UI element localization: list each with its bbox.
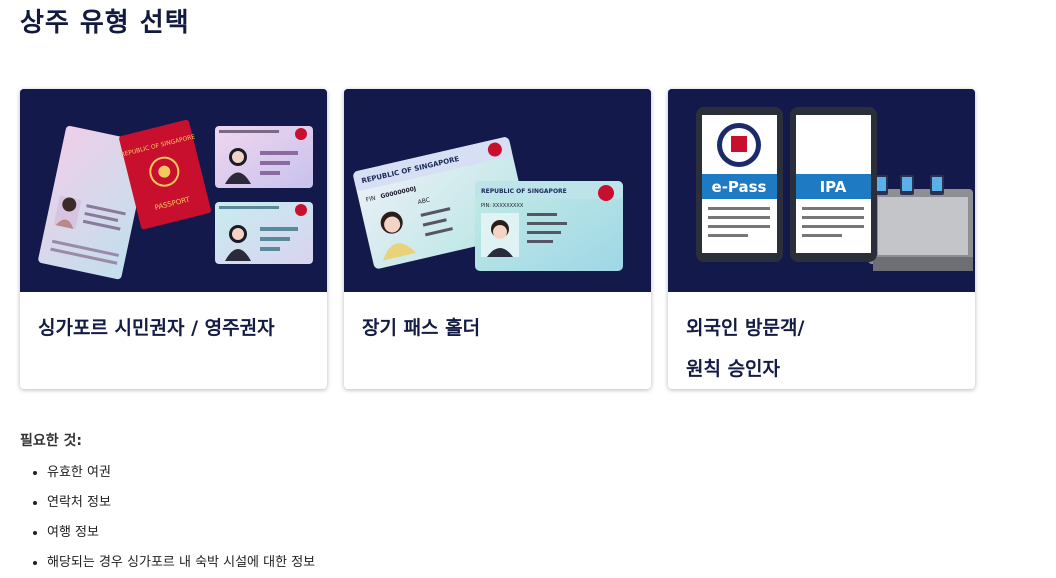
card-label-foreign-visitor: 외국인 방문객/ 원칙 승인자	[668, 292, 975, 389]
card-long-term-pass[interactable]: REPUBLIC OF SINGAPORE FIN G0000000J ABC …	[344, 89, 651, 389]
requirements-section: 필요한 것: 유효한 여권 연락처 정보 여행 정보 해당되는 경우 싱가포르 …	[20, 430, 315, 578]
list-item: 해당되는 경우 싱가포르 내 숙박 시설에 대한 정보	[47, 548, 315, 578]
card-label-line1: 외국인 방문객/	[686, 317, 805, 339]
epass-text: e-Pass	[712, 178, 767, 196]
ltp-card2-header: REPUBLIC OF SINGAPORE	[481, 188, 567, 195]
list-item: 연락처 정보	[47, 488, 315, 518]
pin-label: PIN: XXXXXXXXX	[481, 203, 524, 209]
long-term-pass-illustration: REPUBLIC OF SINGAPORE FIN G0000000J ABC …	[344, 89, 651, 292]
list-item: 유효한 여권	[47, 458, 315, 488]
ipa-text: IPA	[820, 178, 847, 196]
card-foreign-visitor[interactable]: e-Pass IPA 외국인 방문객/ 원칙 승인자	[668, 89, 975, 389]
card-label-citizen-pr: 싱가포르 시민권자 / 영주권자	[38, 317, 275, 339]
residency-type-cards: REPUBLIC OF SINGAPORE PASSPORT 싱가포르 시민권자…	[20, 89, 975, 389]
passport-ic-illustration: REPUBLIC OF SINGAPORE PASSPORT	[20, 89, 327, 292]
page-title: 상주 유형 선택	[20, 8, 190, 38]
card-label-line2: 원칙 승인자	[686, 358, 781, 380]
requirements-heading: 필요한 것:	[20, 433, 82, 449]
list-item: 여행 정보	[47, 518, 315, 548]
card-label-long-term-pass: 장기 패스 홀더	[362, 317, 481, 339]
epass-ipa-illustration: e-Pass IPA	[668, 89, 975, 292]
requirements-list: 유효한 여권 연락처 정보 여행 정보 해당되는 경우 싱가포르 내 숙박 시설…	[20, 458, 315, 578]
card-citizen-pr[interactable]: REPUBLIC OF SINGAPORE PASSPORT 싱가포르 시민권자…	[20, 89, 327, 389]
